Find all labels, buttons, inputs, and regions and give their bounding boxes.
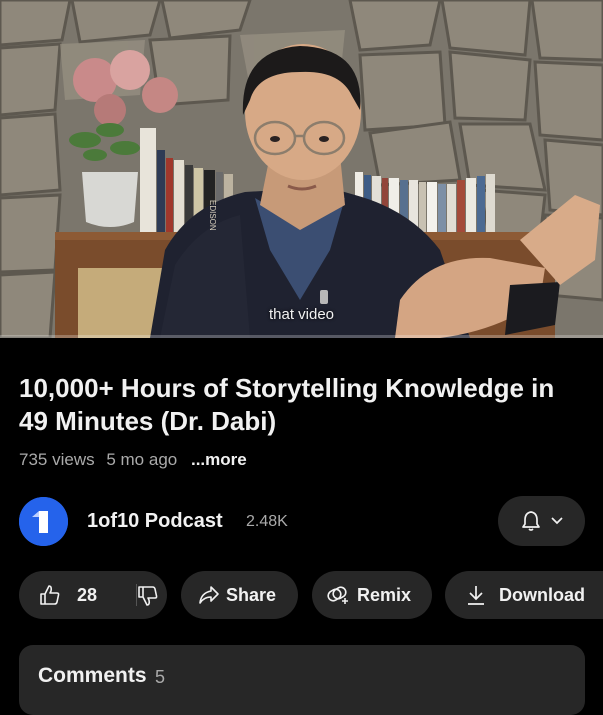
video-meta[interactable]: 735 views 5 mo ago ...more	[19, 450, 254, 470]
view-count: 735 views	[19, 450, 95, 469]
like-dislike-group: 28	[19, 571, 167, 619]
thumbs-up-icon[interactable]	[39, 584, 61, 606]
video-player[interactable]: EDISON that video	[0, 0, 603, 338]
video-caption: that video	[268, 306, 335, 323]
comments-count: 5	[155, 667, 166, 687]
download-icon	[468, 586, 484, 605]
remix-button[interactable]: Remix	[312, 571, 432, 619]
channel-logo-icon	[19, 497, 68, 546]
download-button[interactable]: Download	[445, 571, 603, 619]
upload-age: 5 mo ago	[106, 450, 178, 469]
remix-label: Remix	[357, 585, 412, 605]
bell-icon	[522, 511, 540, 531]
share-arrow-icon	[199, 586, 219, 604]
comments-heading: Comments	[38, 664, 147, 687]
like-count[interactable]: 28	[77, 585, 97, 605]
download-label: Download	[499, 585, 585, 605]
video-progress-bar[interactable]	[0, 335, 603, 338]
comments-panel[interactable]: Comments 5	[19, 645, 585, 715]
chevron-down-icon	[551, 517, 563, 525]
channel-name[interactable]: 1of10 Podcast	[87, 510, 223, 533]
remix-icon	[327, 586, 348, 604]
more-link[interactable]: ...more	[191, 450, 247, 469]
video-frame: EDISON	[0, 0, 603, 338]
channel-avatar[interactable]	[19, 497, 68, 546]
subscriber-count: 2.48K	[246, 513, 288, 530]
share-label: Share	[226, 585, 277, 605]
share-button[interactable]: Share	[181, 571, 298, 619]
thumbs-down-icon[interactable]	[137, 585, 159, 607]
video-title[interactable]: 10,000+ Hours of Storytelling Knowledge …	[19, 372, 589, 438]
svg-text:EDISON: EDISON	[208, 200, 217, 231]
notification-bell-button[interactable]	[498, 496, 585, 546]
